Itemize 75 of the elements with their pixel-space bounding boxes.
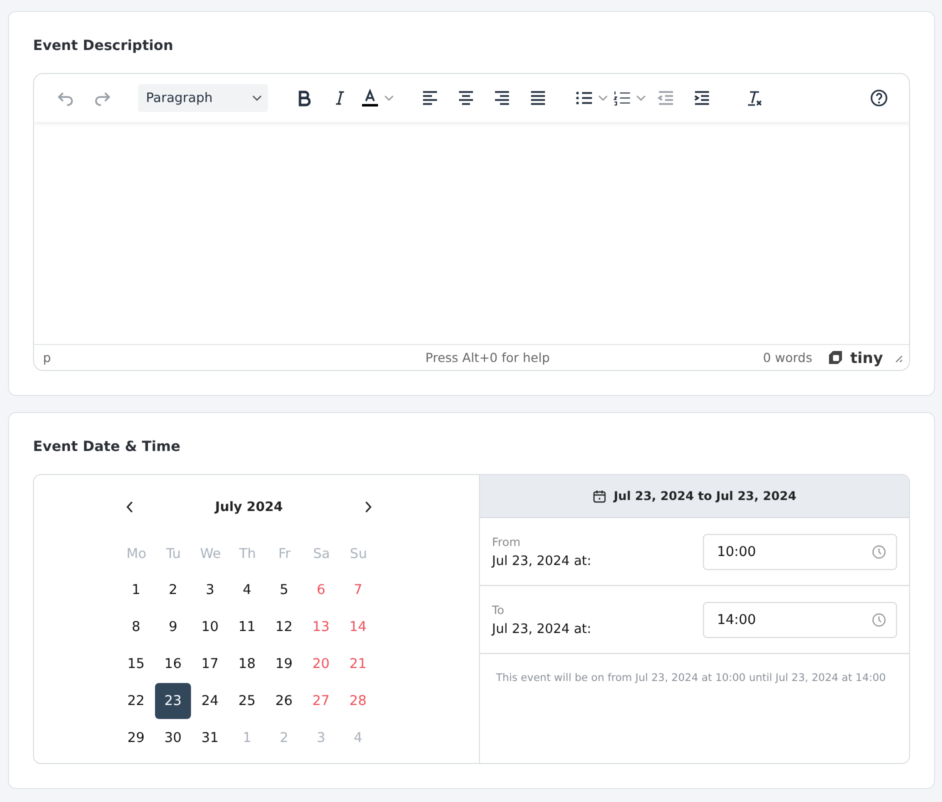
time-value: 10:00 <box>717 544 756 560</box>
date-text: Jul 23, 2024 at: <box>492 622 592 636</box>
calendar-day[interactable]: 14 <box>340 609 376 645</box>
calendar-day[interactable]: 29 <box>118 720 154 756</box>
outdent-icon <box>656 88 676 108</box>
calendar-day[interactable]: 18 <box>229 646 265 682</box>
time-value: 14:00 <box>717 612 756 628</box>
calendar-day[interactable]: 12 <box>266 609 302 645</box>
range-summary: Jul 23, 2024 to Jul 23, 2024 <box>614 489 796 503</box>
chevron-down-icon <box>252 95 262 101</box>
calendar-day[interactable]: 22 <box>118 683 154 719</box>
calendar-day[interactable]: 31 <box>192 720 228 756</box>
field-label: From <box>492 534 522 548</box>
calendar-day[interactable]: 21 <box>340 646 376 682</box>
section-title: Event Date & Time <box>33 439 182 455</box>
calendar-day[interactable]: 26 <box>266 683 302 719</box>
calendar-day[interactable]: 10 <box>192 609 228 645</box>
calendar-day[interactable]: 3 <box>192 572 228 608</box>
help-hint: Press Alt+0 for help <box>424 350 551 365</box>
chevron-down-icon <box>598 95 608 101</box>
clock-icon <box>872 544 886 558</box>
weekday-label: Sa <box>312 544 331 564</box>
calendar-day[interactable]: 25 <box>229 683 265 719</box>
calendar-day[interactable]: 13 <box>303 609 339 645</box>
calendar-day[interactable]: 7 <box>340 572 376 608</box>
brand-name[interactable]: tiny <box>850 348 883 366</box>
calendar-day[interactable]: 2 <box>155 572 191 608</box>
calendar-day[interactable]: 17 <box>192 646 228 682</box>
weekday-label: We <box>199 544 222 564</box>
month-title: July 2024 <box>215 500 283 514</box>
calendar-day[interactable]: 5 <box>266 572 302 608</box>
time-field[interactable]: 14:00 <box>703 602 897 638</box>
field-label: To <box>492 602 506 616</box>
logo-icon <box>828 350 844 366</box>
calendar-icon <box>592 490 606 502</box>
weekday-label: Mo <box>126 544 148 564</box>
calendar-day[interactable]: 16 <box>155 646 191 682</box>
calendar-day[interactable]: 9 <box>155 609 191 645</box>
date-text: Jul 23, 2024 at: <box>492 554 592 568</box>
element-path: p <box>43 350 52 365</box>
justify-icon <box>528 88 548 108</box>
calendar-day[interactable]: 15 <box>118 646 154 682</box>
calendar-day[interactable]: 30 <box>155 720 191 756</box>
weekday-label: Th <box>238 544 257 564</box>
weekday-label: Su <box>348 544 368 564</box>
clock-icon <box>872 612 886 626</box>
weekday-label: Tu <box>165 544 182 564</box>
indent-icon <box>692 88 712 108</box>
weekday-label: Fr <box>277 544 292 564</box>
calendar-day[interactable]: 28 <box>340 683 376 719</box>
text-color-icon <box>360 88 380 108</box>
time-field[interactable]: 10:00 <box>703 534 897 570</box>
calendar-day[interactable]: 8 <box>118 609 154 645</box>
event-summary: This event will be on from Jul 23, 2024 at 10:00 until Jul 23, 2024 at 14:00 <box>496 672 887 684</box>
chevron-down-icon <box>636 95 646 101</box>
chevron-right-icon <box>364 501 372 513</box>
calendar-day[interactable]: 1 <box>118 572 154 608</box>
calendar-day[interactable]: 27 <box>303 683 339 719</box>
calendar-day[interactable]: 19 <box>266 646 302 682</box>
calendar-day[interactable]: 20 <box>303 646 339 682</box>
section-title: Event Description <box>33 38 174 54</box>
chevron-down-icon <box>384 95 394 101</box>
align-center-icon <box>456 88 476 108</box>
calendar-day[interactable]: 24 <box>192 683 228 719</box>
resize-handle-icon[interactable] <box>893 352 903 362</box>
format-dropdown[interactable]: Paragraph <box>138 84 268 112</box>
chevron-left-icon <box>126 501 134 513</box>
calendar-day[interactable]: 4 <box>229 572 265 608</box>
calendar-day[interactable]: 23 <box>155 683 191 719</box>
align-right-icon <box>492 88 512 108</box>
align-left-icon <box>420 88 440 108</box>
help-icon <box>869 88 889 108</box>
calendar-day[interactable]: 11 <box>229 609 265 645</box>
word-count[interactable]: 0 words <box>600 350 812 365</box>
calendar-day[interactable]: 6 <box>303 572 339 608</box>
